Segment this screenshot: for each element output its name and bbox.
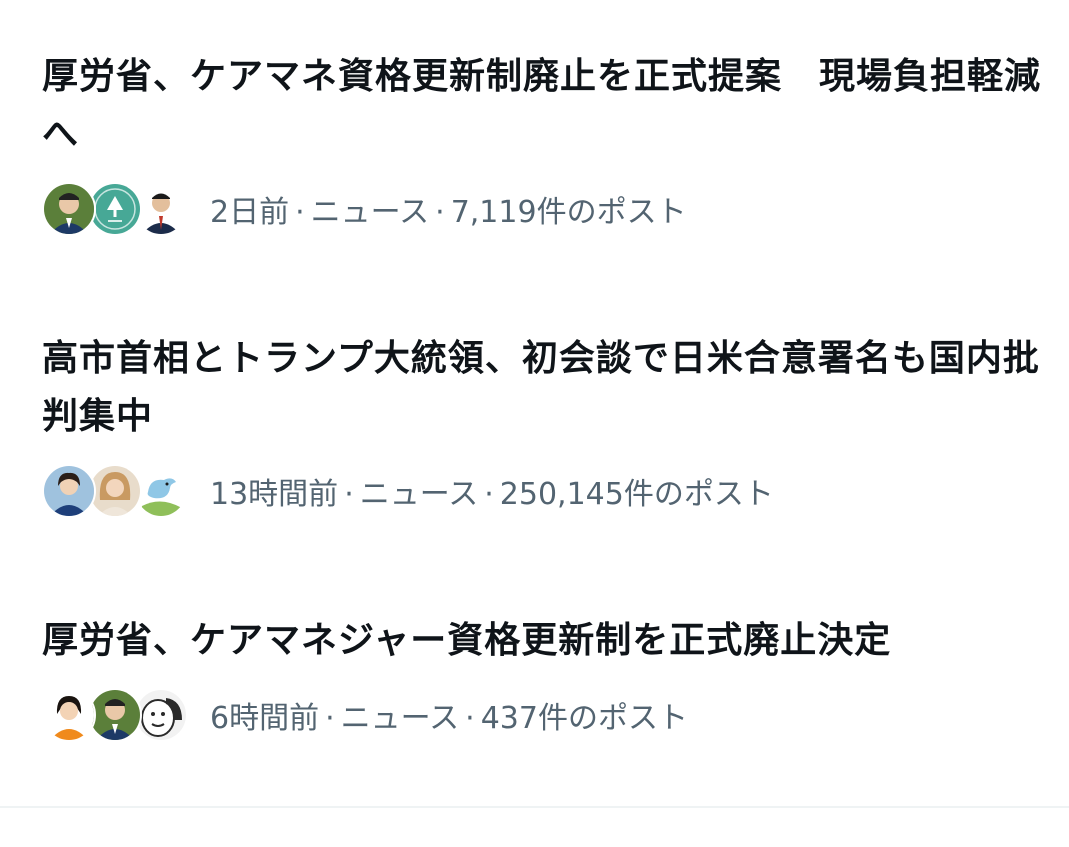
news-category: ニュース (359, 477, 479, 512)
section-divider (0, 806, 1069, 808)
person-avatar-icon (42, 182, 96, 236)
news-headline: 厚労省、ケアマネ資格更新制廃止を正式提案 現場負担軽減へ (42, 56, 1042, 155)
news-time: 2日前 (210, 195, 290, 230)
news-post-count: 7,119件のポスト (450, 195, 687, 230)
separator-dot: · (344, 477, 354, 512)
person-avatar-icon (88, 464, 142, 518)
news-headline: 高市首相とトランプ大統領、初会談で日米合意署名も国内批判集中 (42, 338, 1040, 437)
avatar-stack (42, 688, 188, 742)
news-meta-text: 2日前 · ニュース · 7,119件のポスト (210, 187, 687, 231)
person-avatar-icon (42, 688, 96, 742)
news-headline: 厚労省、ケアマネジャー資格更新制を正式廃止決定 (42, 620, 892, 661)
separator-dot: · (435, 195, 445, 230)
cartoon-avatar-icon (134, 688, 188, 742)
news-post-count: 250,145件のポスト (499, 477, 774, 512)
news-time: 6時間前 (210, 701, 320, 736)
news-item[interactable]: 高市首相とトランプ大統領、初会談で日米合意署名も国内批判集中 13時間前 · ニ… (42, 330, 1042, 518)
tree-logo-avatar-icon (88, 182, 142, 236)
news-category: ニュース (310, 195, 430, 230)
news-meta-text: 6時間前 · ニュース · 437件のポスト (210, 693, 688, 737)
person-avatar-icon (134, 182, 188, 236)
person-avatar-icon (42, 464, 96, 518)
news-item[interactable]: 厚労省、ケアマネ資格更新制廃止を正式提案 現場負担軽減へ 2日前 · ニュース … (42, 48, 1042, 236)
avatar-stack (42, 182, 188, 236)
news-meta: 6時間前 · ニュース · 437件のポスト (42, 688, 1042, 742)
separator-dot: · (484, 477, 494, 512)
news-meta: 13時間前 · ニュース · 250,145件のポスト (42, 464, 1042, 518)
news-time: 13時間前 (210, 477, 339, 512)
news-post-count: 437件のポスト (480, 701, 688, 736)
avatar-stack (42, 464, 188, 518)
news-meta-text: 13時間前 · ニュース · 250,145件のポスト (210, 469, 774, 513)
separator-dot: · (325, 701, 335, 736)
separator-dot: · (465, 701, 475, 736)
news-meta: 2日前 · ニュース · 7,119件のポスト (42, 182, 1042, 236)
bird-avatar-icon (134, 464, 188, 518)
news-item[interactable]: 厚労省、ケアマネジャー資格更新制を正式廃止決定 6時間前 · ニュース · 43… (42, 612, 1042, 742)
news-category: ニュース (340, 701, 460, 736)
separator-dot: · (295, 195, 305, 230)
person-avatar-icon (88, 688, 142, 742)
